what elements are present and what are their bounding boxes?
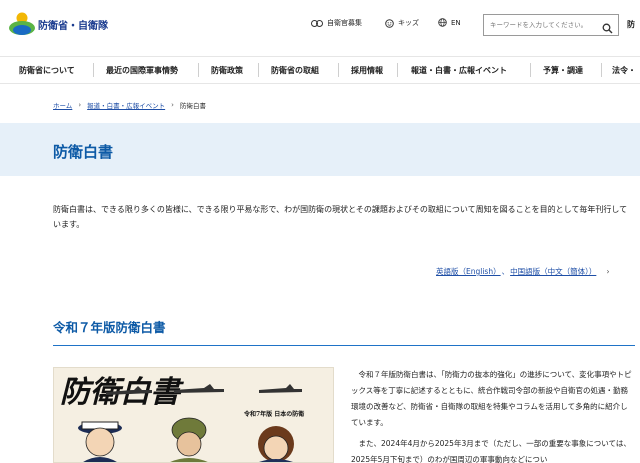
nav-divider xyxy=(258,63,259,77)
global-nav: 防衛省について 最近の国際軍事情勢 防衛政策 防衛省の取組 採用情報 報道・白書… xyxy=(0,56,640,84)
language-versions: 英語版（English） 、 中国語版（中文（簡体）） › xyxy=(436,266,610,277)
recruit-link-label: 自衛官募集 xyxy=(327,19,362,27)
logo-text: 防衛省・自衛隊 xyxy=(38,20,108,32)
nav-item-intl-military[interactable]: 最近の国際軍事情勢 xyxy=(106,57,178,83)
kids-icon xyxy=(385,18,394,28)
white-paper-cover-image[interactable]: 防衛白書 令和7年版 日本の防衛 xyxy=(53,367,334,463)
breadcrumb-current: 防衛白書 xyxy=(179,102,206,110)
site-header: 防衛省・自衛隊 自衛官募集 キッズ EN 防 xyxy=(0,0,640,50)
nav-item-about[interactable]: 防衛省について xyxy=(19,57,75,83)
recruit-icon xyxy=(311,19,323,28)
kids-link[interactable]: キッズ xyxy=(385,18,419,28)
english-link-label: EN xyxy=(451,18,461,27)
chinese-version-link[interactable]: 中国語版（中文（簡体）） xyxy=(510,266,596,277)
kids-link-label: キッズ xyxy=(398,19,419,27)
description-paragraph: 令和７年版防衛白書は、「防衛力の抜本的強化」の進捗について、変化事項やトピックス… xyxy=(351,370,632,427)
globe-icon xyxy=(438,18,447,27)
chevron-right-icon: › xyxy=(606,267,610,276)
cover-subtitle: 令和7年版 日本の防衛 xyxy=(244,411,305,418)
nav-divider xyxy=(530,63,531,77)
section-divider xyxy=(53,345,635,346)
search-box xyxy=(483,14,619,36)
white-paper-description: 令和７年版防衛白書は、「防衛力の抜本的強化」の進捗について、変化事項やトピックス… xyxy=(351,367,633,463)
nav-item-laws[interactable]: 法令・ xyxy=(612,57,636,83)
chevron-right-icon: › xyxy=(171,101,174,109)
nav-divider xyxy=(198,63,199,77)
nav-divider xyxy=(93,63,94,77)
nav-item-press[interactable]: 報道・白書・広報イベント xyxy=(411,57,507,83)
nav-divider xyxy=(397,63,398,77)
english-version-link[interactable]: 英語版（English） xyxy=(436,266,501,277)
breadcrumb-parent-link[interactable]: 報道・白書・広報イベント xyxy=(87,100,165,110)
site-logo[interactable]: 防衛省・自衛隊 xyxy=(8,10,108,38)
breadcrumb: ホーム › 報道・白書・広報イベント › 防衛白書 xyxy=(53,100,206,110)
page-title-band: 防衛白書 xyxy=(0,123,640,176)
nav-divider xyxy=(601,63,602,77)
chevron-right-icon: › xyxy=(78,101,82,109)
logo-mark-icon xyxy=(8,11,36,37)
nav-item-budget[interactable]: 予算・調達 xyxy=(543,57,583,83)
language-separator: 、 xyxy=(501,267,510,276)
intro-text: 防衛白書は、できる限り多くの皆様に、できる限り平易な形で、わが国防衛の現状とその… xyxy=(53,205,628,229)
section-title: 令和７年版防衛白書 xyxy=(53,320,166,335)
nav-item-recruitment[interactable]: 採用情報 xyxy=(351,57,383,83)
description-paragraph: また、2024年4月から2025年3月まで（ただし、一部の重要な事象については、… xyxy=(351,439,631,463)
breadcrumb-home-link[interactable]: ホーム xyxy=(53,100,72,110)
nav-divider xyxy=(338,63,339,77)
nav-item-defense-policy[interactable]: 防衛政策 xyxy=(211,57,243,83)
recruit-link[interactable]: 自衛官募集 xyxy=(311,18,362,28)
search-icon[interactable] xyxy=(602,19,613,38)
clipped-header-link[interactable]: 防 xyxy=(627,19,635,30)
page-title: 防衛白書 xyxy=(53,143,114,161)
nav-item-initiatives[interactable]: 防衛省の取組 xyxy=(271,57,319,83)
english-link[interactable]: EN xyxy=(438,18,461,27)
search-input[interactable] xyxy=(484,15,596,35)
